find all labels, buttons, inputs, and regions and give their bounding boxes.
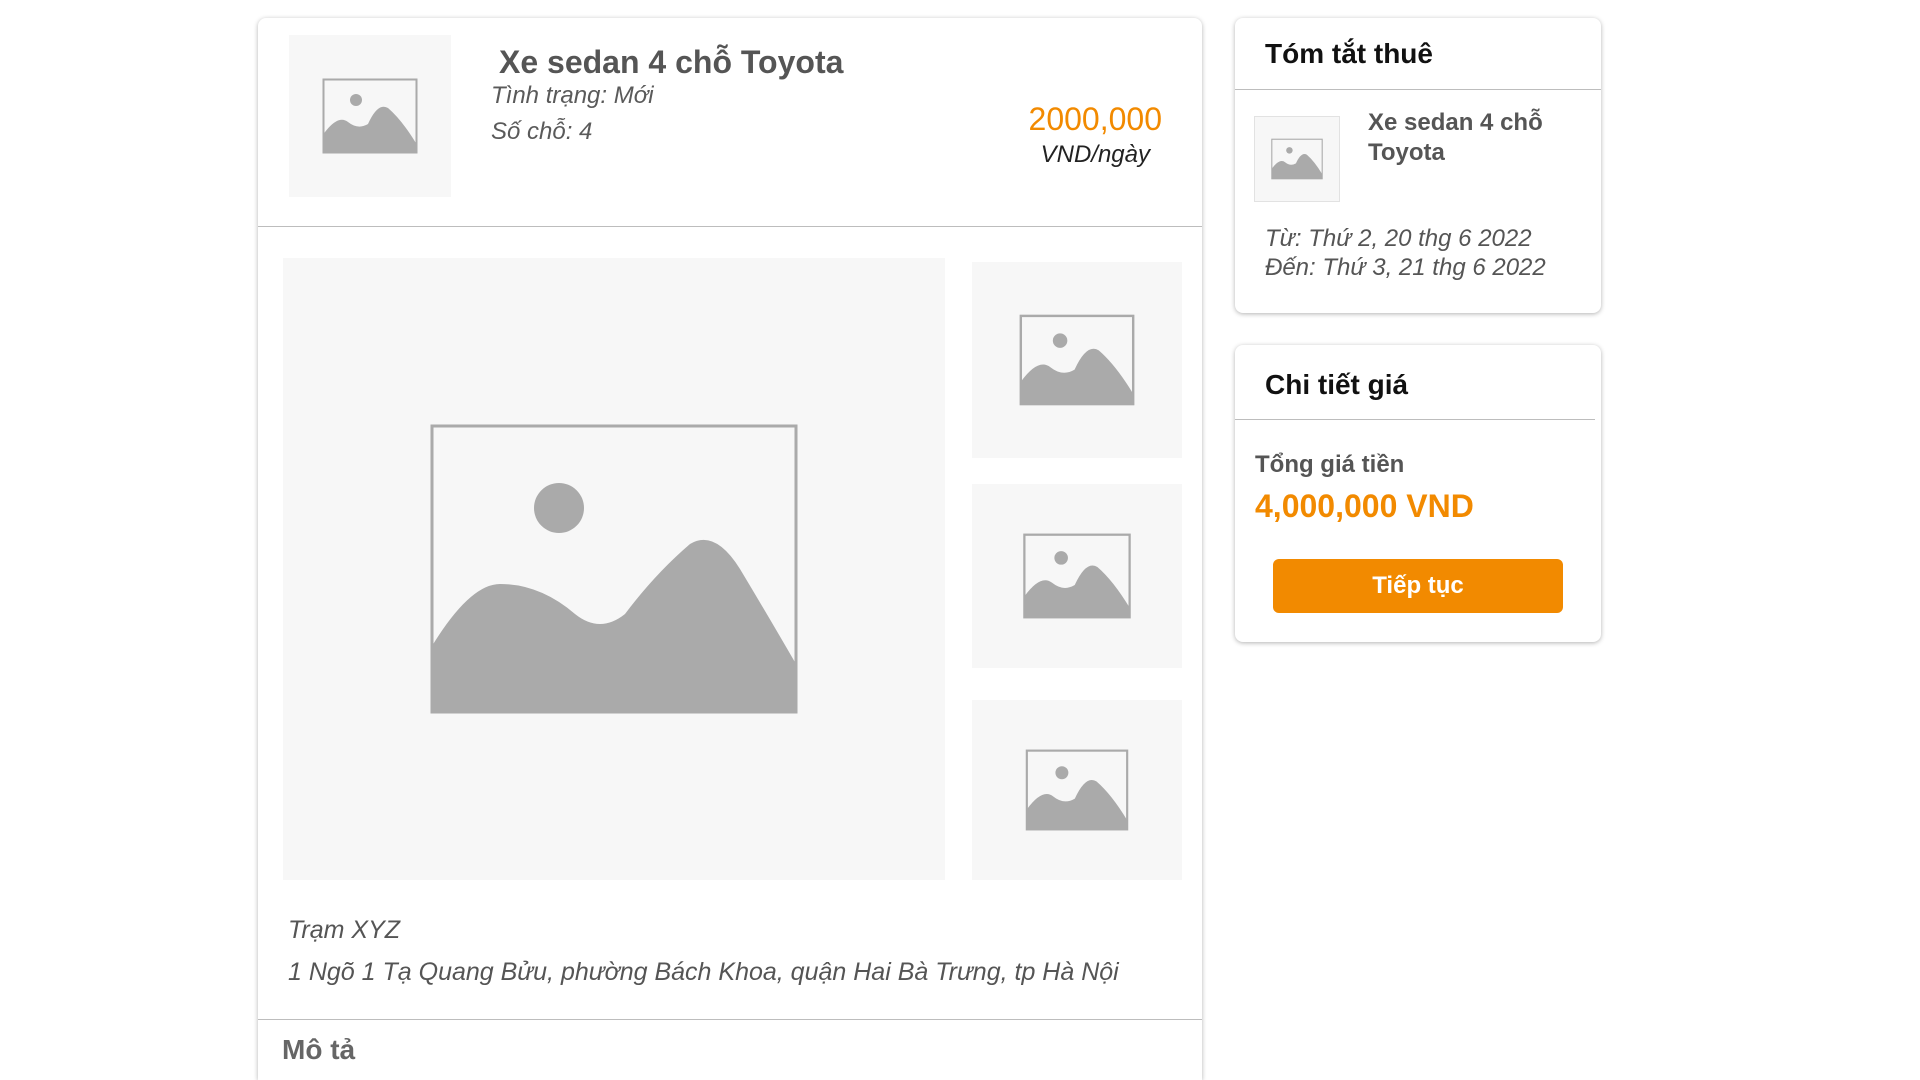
continue-button[interactable]: Tiếp tục (1273, 559, 1563, 613)
summary-car-thumbnail (1254, 116, 1340, 202)
price-detail-heading: Chi tiết giá (1265, 369, 1409, 400)
pricing-divider (1235, 419, 1595, 420)
price-unit: VND/ngày (1040, 141, 1150, 168)
summary-car-title: Xe sedan 4 chỗ Toyota (1368, 109, 1543, 166)
product-card: Xe sedan 4 chỗ Toyota Tình trạng: Mới Số… (258, 18, 1202, 1080)
image-placeholder-icon (430, 424, 798, 714)
station-name: Trạm XYZ (288, 916, 401, 944)
product-thumbnail (289, 35, 451, 197)
rental-summary-card: Tóm tắt thuê Xe sedan 4 chỗ Toyota Từ: T… (1235, 18, 1601, 313)
description-heading: Mô tả (282, 1034, 356, 1065)
gallery-thumbnail[interactable] (972, 700, 1182, 880)
rental-to-date: Đến: Thứ 3, 21 thg 6 2022 (1265, 254, 1546, 281)
total-price-value: 4,000,000 VND (1255, 488, 1474, 524)
main-car-image[interactable] (283, 258, 945, 880)
rental-from-date: Từ: Thứ 2, 20 thg 6 2022 (1265, 225, 1532, 252)
car-title: Xe sedan 4 chỗ Toyota (499, 44, 844, 80)
image-placeholder-icon (1025, 749, 1129, 831)
image-placeholder-icon (1023, 533, 1131, 619)
gallery-thumbnail[interactable] (972, 484, 1182, 668)
price-detail-card: Chi tiết giá Tổng giá tiền 4,000,000 VND… (1235, 345, 1601, 642)
rental-summary-heading: Tóm tắt thuê (1265, 38, 1433, 69)
description-divider (258, 1019, 1202, 1020)
station-address: 1 Ngõ 1 Tạ Quang Bửu, phường Bách Khoa, … (288, 958, 1119, 986)
price-per-day: 2000,000 (1028, 101, 1162, 137)
image-placeholder-icon (322, 78, 418, 154)
gallery-thumbnail[interactable] (972, 262, 1182, 458)
car-condition: Tình trạng: Mới (491, 82, 654, 109)
car-seats: Số chỗ: 4 (491, 118, 593, 145)
image-placeholder-icon (1271, 138, 1323, 180)
image-placeholder-icon (1019, 314, 1135, 406)
header-divider (258, 226, 1202, 227)
total-price-label: Tổng giá tiền (1255, 451, 1405, 478)
summary-divider (1235, 89, 1601, 90)
